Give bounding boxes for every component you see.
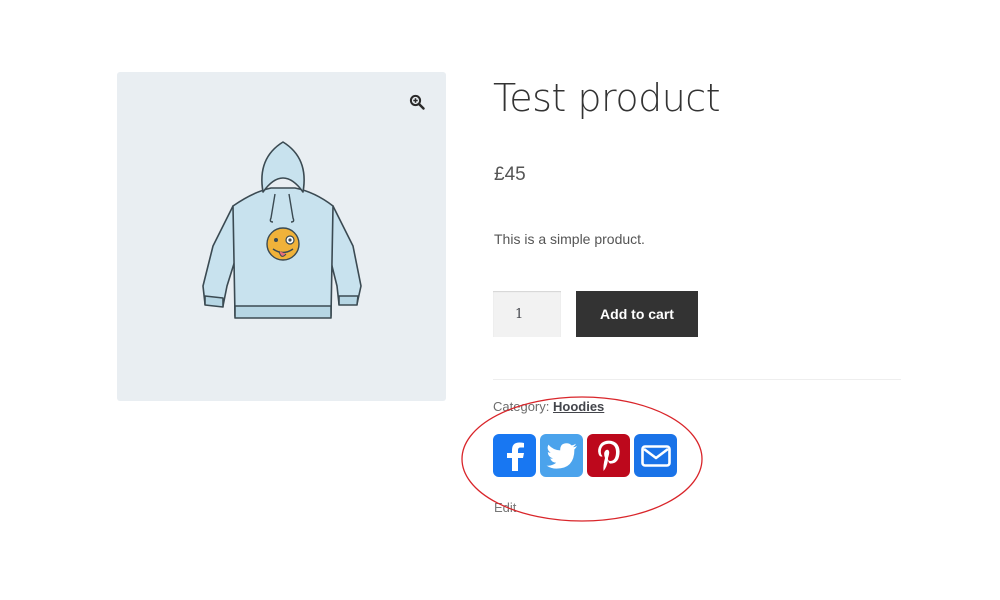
product-gallery bbox=[117, 72, 446, 401]
divider bbox=[493, 379, 901, 380]
product-description: This is a simple product. bbox=[494, 231, 645, 247]
hoodie-image[interactable] bbox=[193, 136, 373, 336]
add-to-cart-button[interactable]: Add to cart bbox=[576, 291, 698, 337]
product-price: £45 bbox=[494, 164, 526, 185]
quantity-input[interactable] bbox=[493, 291, 561, 337]
product-title: Test product bbox=[493, 76, 721, 120]
highlight-ellipse bbox=[461, 396, 703, 522]
zoom-icon[interactable] bbox=[405, 90, 429, 114]
